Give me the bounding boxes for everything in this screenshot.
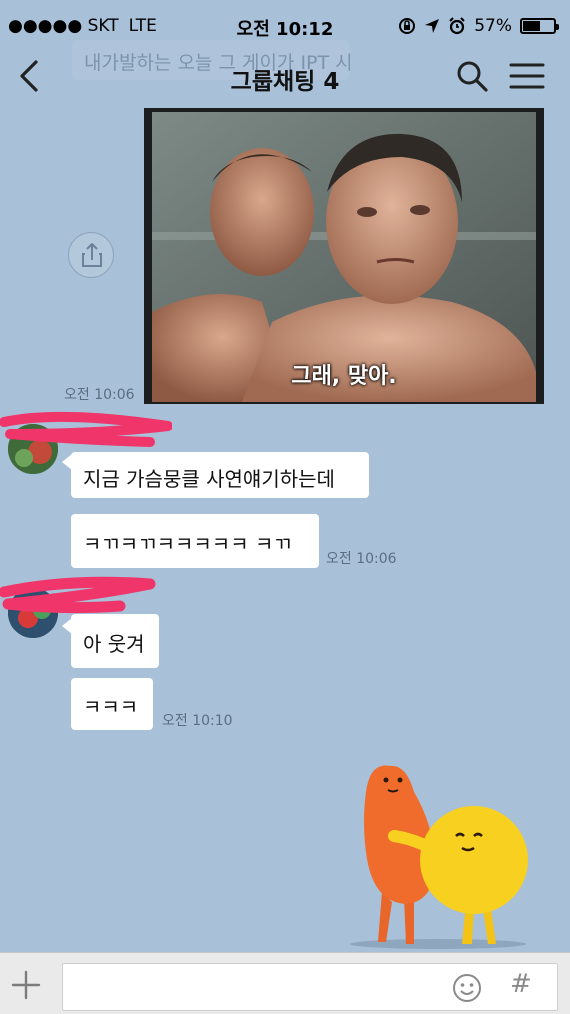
hashtag-search-icon[interactable]: #: [510, 969, 532, 999]
chat-bubble[interactable]: ㅋㅋㅋ: [71, 678, 153, 730]
battery-icon: [520, 18, 559, 34]
search-icon[interactable]: [454, 58, 490, 94]
message-timestamp: 오전 10:06: [326, 551, 397, 567]
emoji-icon[interactable]: [452, 973, 482, 1003]
alarm-icon: [449, 17, 465, 35]
message-timestamp: 오전 10:10: [162, 713, 233, 729]
shared-photo[interactable]: 그래, 맞아.: [144, 108, 544, 404]
hugging-characters-sticker[interactable]: [342, 752, 542, 950]
message-timestamp: 오전 10:06: [64, 387, 135, 403]
chat-bubble[interactable]: 지금 가슴뭉클 사연얘기하는데: [71, 452, 369, 498]
photo-caption: 그래, 맞아.: [291, 364, 397, 389]
redaction-scribble: [0, 576, 156, 614]
hamburger-menu-icon[interactable]: [508, 58, 546, 94]
message-input[interactable]: [62, 963, 558, 1011]
plus-icon[interactable]: [10, 969, 42, 1001]
location-arrow-icon: [425, 19, 440, 33]
chat-bubble[interactable]: ㅋㄲㅋㄲㅋㅋㅋㅋㅋ ㅋㄲ: [71, 514, 319, 568]
rotation-lock-icon: [399, 18, 416, 34]
share-button[interactable]: [68, 232, 114, 278]
share-icon: [82, 243, 102, 267]
battery-fill: [523, 21, 541, 31]
chat-header: 그룹채팅 4: [0, 52, 570, 108]
chat-bubble[interactable]: 아 웃겨: [71, 614, 159, 668]
battery-percent: 57%: [474, 16, 512, 36]
message-input-bar: #: [0, 952, 570, 1014]
redaction-scribble: [0, 411, 172, 447]
